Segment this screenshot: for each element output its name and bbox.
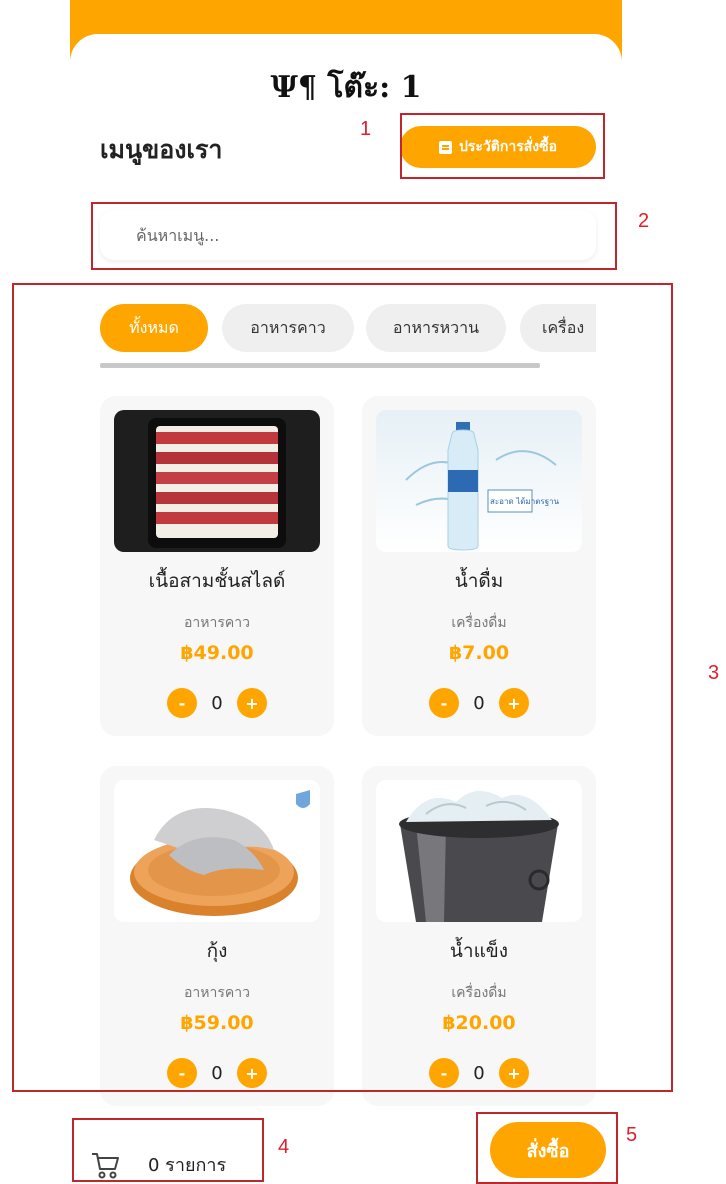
annotation-number: 3 xyxy=(708,662,720,684)
annotation-box xyxy=(476,1112,618,1184)
annotation-box xyxy=(12,283,673,1092)
annotation-box xyxy=(400,113,605,179)
annotation-number: 5 xyxy=(626,1124,638,1146)
annotation-box xyxy=(91,202,617,270)
table-title: Ψ¶ โต๊ะ: 1 xyxy=(270,70,422,105)
annotation-number: 4 xyxy=(278,1136,290,1158)
annotation-number: 1 xyxy=(360,118,372,140)
annotation-number: 2 xyxy=(638,210,650,232)
annotation-box xyxy=(72,1118,264,1182)
menu-heading: เมนูของเรา xyxy=(100,135,223,164)
